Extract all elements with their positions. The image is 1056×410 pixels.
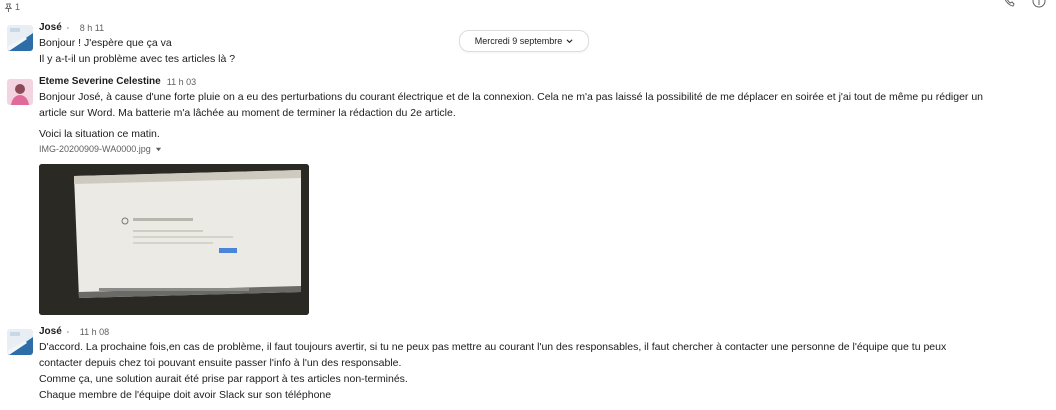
call-icon[interactable] (1002, 0, 1016, 8)
avatar[interactable] (7, 79, 33, 105)
status-icon: ◔ (64, 23, 70, 33)
channel-top-bar: 1 (0, 0, 1056, 16)
status-icon: ◔ (64, 327, 70, 337)
message-author[interactable]: José (39, 22, 62, 34)
message-author[interactable]: José (39, 326, 62, 338)
message-text-line: Il y a-t-il un problème avec tes article… (39, 53, 236, 65)
message-timestamp[interactable]: 11 h 08 (80, 326, 109, 338)
message-text-line: Bonjour ! J'espère que ça va (39, 37, 172, 49)
message-text-line: contacter depuis chez toi pouvant ensuit… (39, 357, 402, 369)
image-attachment[interactable] (39, 164, 309, 315)
caret-down-icon[interactable] (155, 146, 162, 153)
message-text-line: Comme ça, une solution aurait été prise … (39, 373, 408, 385)
avatar[interactable] (7, 25, 33, 51)
pinned-count-button[interactable]: 1 (4, 2, 20, 12)
pinned-count: 1 (15, 2, 21, 12)
info-icon[interactable] (1032, 0, 1046, 8)
message-timestamp[interactable]: 8 h 11 (80, 22, 104, 34)
message-text-line: Voici la situation ce matin. (39, 128, 160, 140)
message-item: José ◔ 8 h 11 Bonjour ! J'espère que ça … (0, 22, 1040, 70)
message-timestamp[interactable]: 11 h 03 (167, 76, 196, 88)
message-item: José ◔ 11 h 08 D'accord. La prochaine fo… (0, 326, 1040, 410)
message-author[interactable]: Eteme Severine Celestine (39, 76, 161, 88)
file-attachment-header[interactable]: IMG-20200909-WA0000.jpg (39, 144, 1040, 154)
file-name[interactable]: IMG-20200909-WA0000.jpg (39, 144, 151, 154)
avatar[interactable] (7, 329, 33, 355)
message-text-line: Bonjour José, à cause d'une forte pluie … (39, 91, 984, 103)
pin-icon (4, 2, 13, 12)
message-text-line: article sur Word. Ma batterie m'a lâchée… (39, 107, 456, 119)
message-text-line: Chaque membre de l'équipe doit avoir Sla… (39, 389, 332, 401)
message-text-line: D'accord. La prochaine fois,en cas de pr… (39, 341, 947, 353)
